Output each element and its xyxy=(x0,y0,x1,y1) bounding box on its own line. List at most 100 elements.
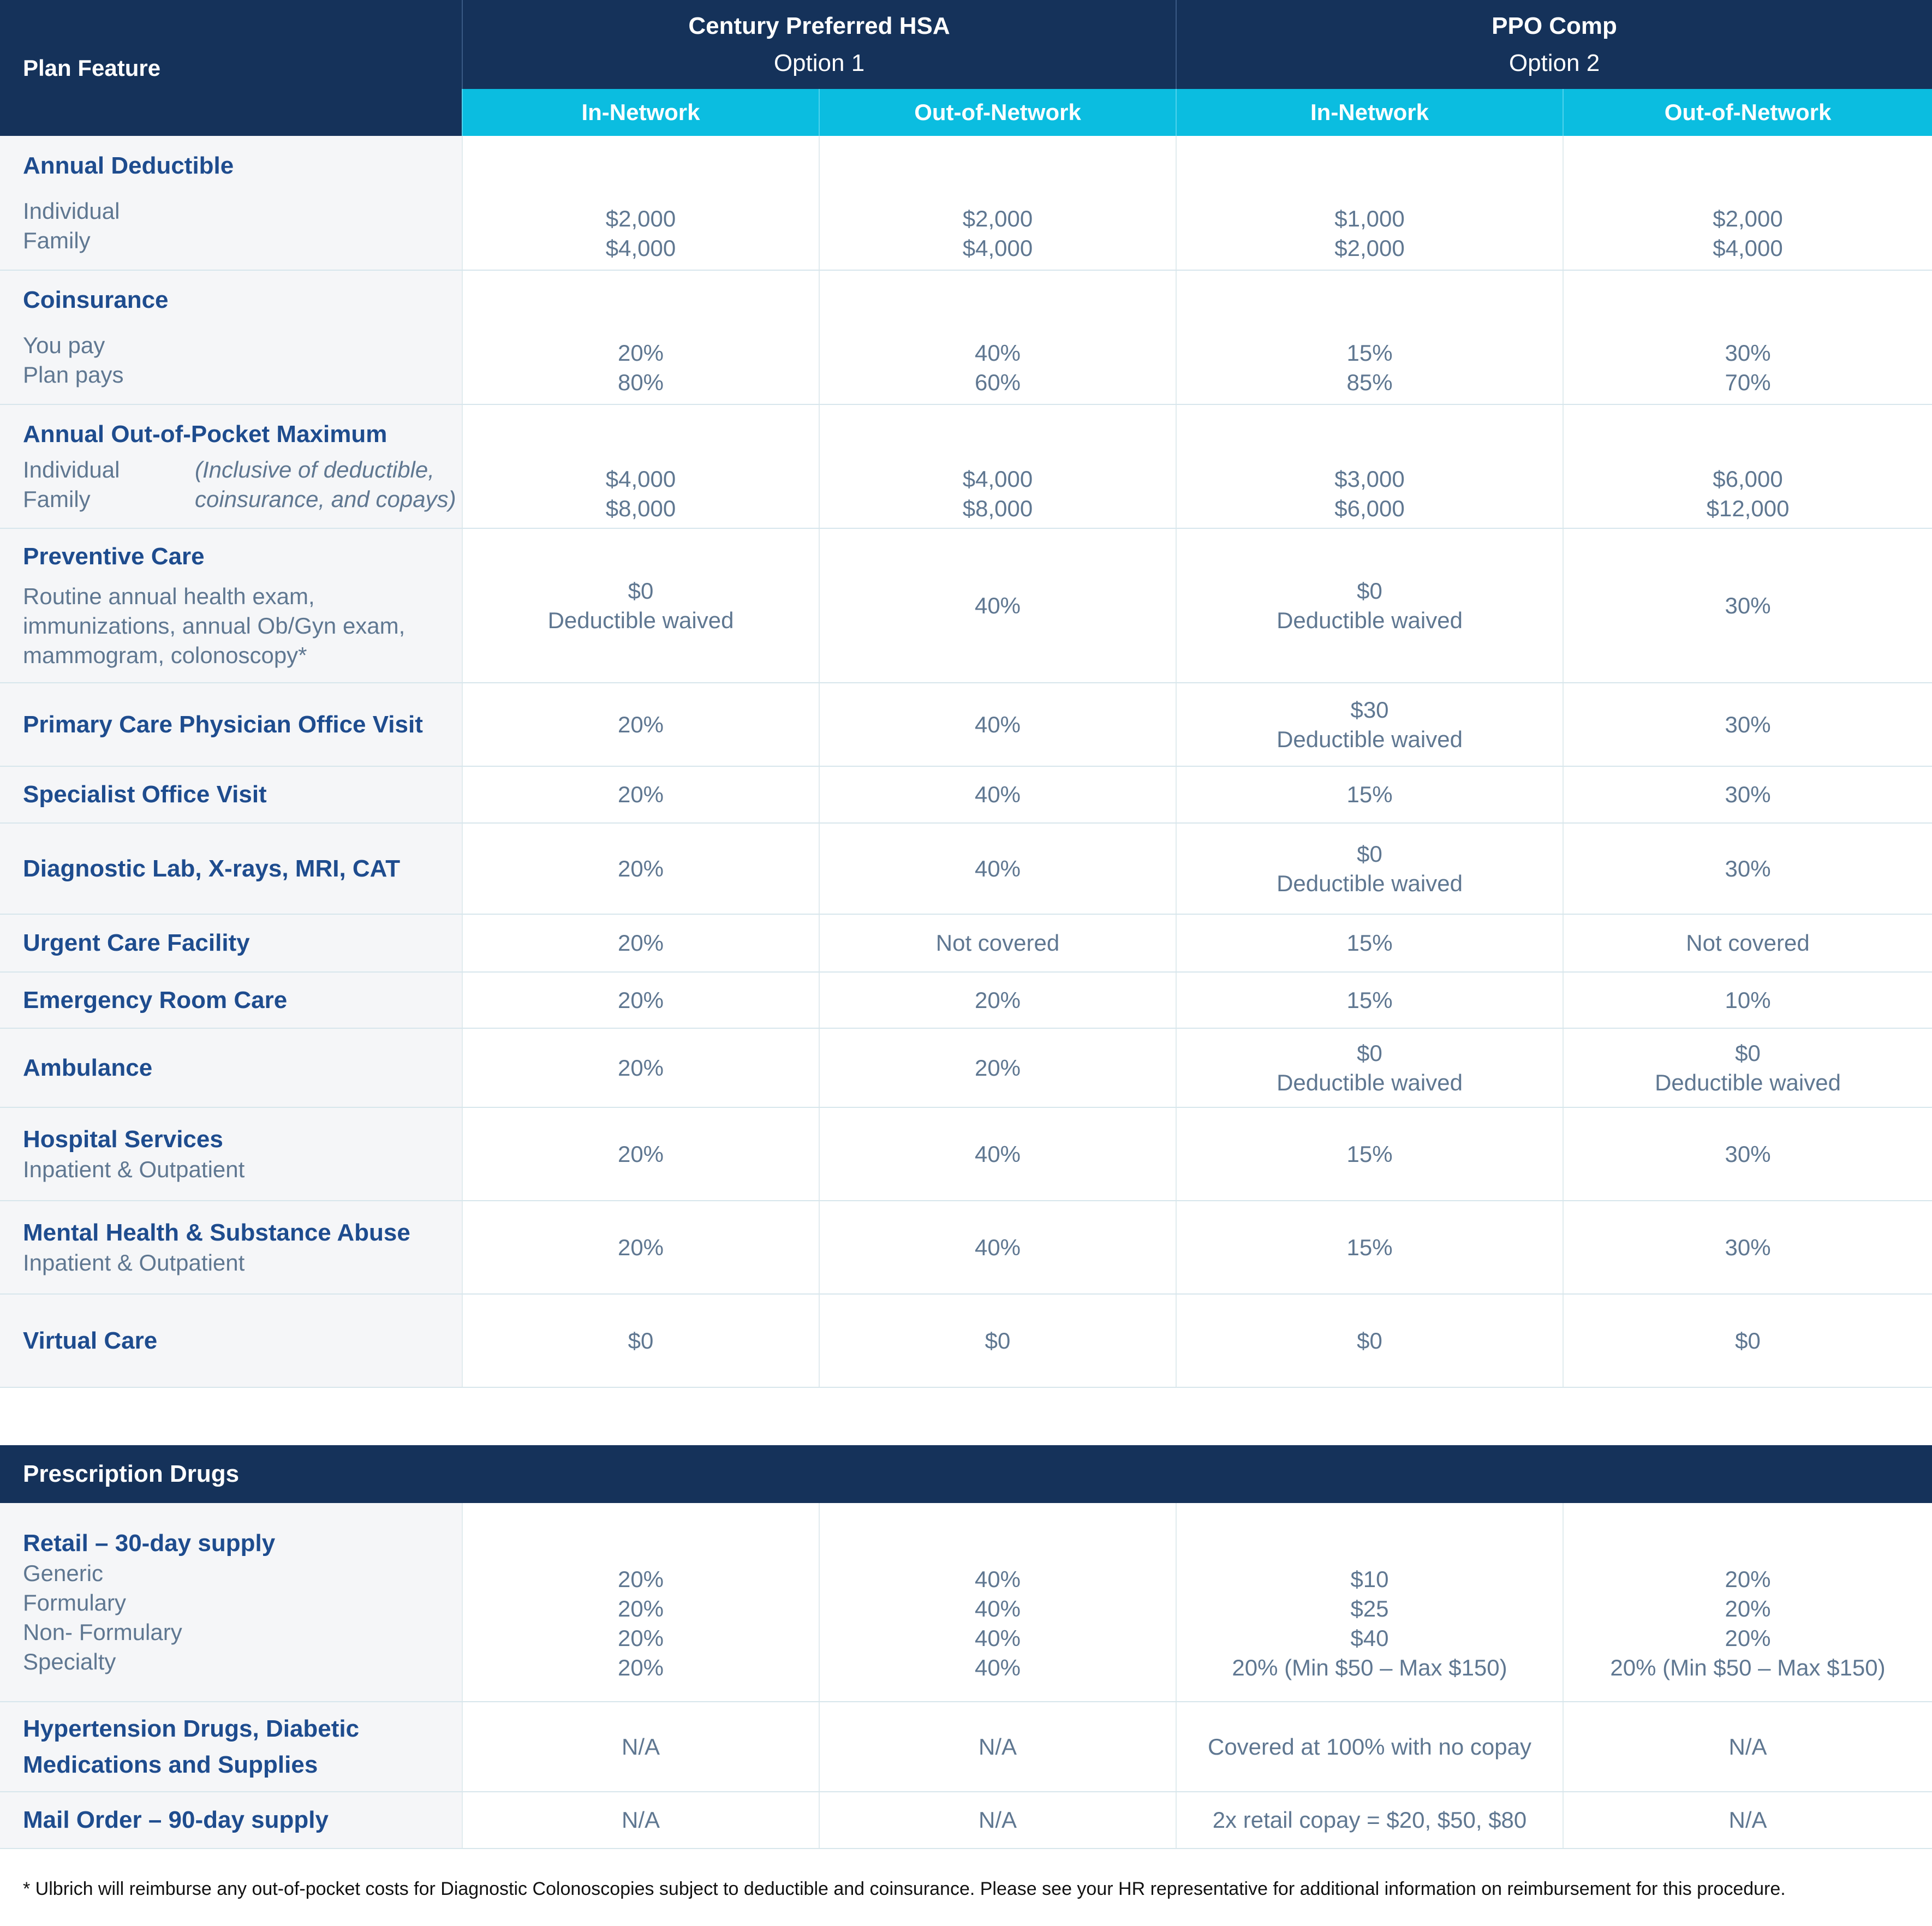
feature-cell: Virtual Care xyxy=(0,1294,462,1388)
feature-title: Primary Care Physician Office Visit xyxy=(23,711,423,738)
value: $0 xyxy=(628,577,654,604)
value: Deductible waived xyxy=(1655,1069,1841,1095)
value-cell: $0 xyxy=(1176,1294,1564,1388)
value-cell: $0 Deductible waived xyxy=(462,528,819,683)
value-cell: 40% xyxy=(818,823,1177,915)
value-cell: 20% xyxy=(462,972,819,1029)
value-cell: Not covered xyxy=(1563,914,1932,973)
value: 30% xyxy=(1725,855,1771,881)
value-cell: 15% xyxy=(1176,972,1564,1029)
value-cell: 30% xyxy=(1563,1201,1932,1295)
value: $25 xyxy=(1350,1596,1389,1621)
feature-title: Coinsurance xyxy=(23,287,169,313)
value: $10 xyxy=(1350,1566,1389,1592)
feature-title: Annual Deductible xyxy=(23,152,234,179)
table-row: Hospital Services Inpatient & Outpatient… xyxy=(0,1107,1932,1201)
value-cell: $2,000 $4,000 xyxy=(818,136,1177,271)
value: 20% (Min $50 – Max $150) xyxy=(1610,1655,1886,1680)
value-cell: $0 Deductible waived xyxy=(1176,1028,1564,1108)
feature-title: Virtual Care xyxy=(23,1327,158,1354)
feature-sub: Individual xyxy=(23,456,120,482)
value: 20% xyxy=(617,711,664,737)
col-ppo-in-network: In-Network xyxy=(1176,89,1564,136)
feature-title: Diagnostic Lab, X-rays, MRI, CAT xyxy=(23,855,401,882)
plan-header-hsa: Century Preferred HSA Option 1 xyxy=(461,0,1177,89)
feature-note: (Inclusive of deductible, xyxy=(195,456,434,482)
feature-sub: Routine annual health exam, xyxy=(23,583,315,609)
value: 2x retail copay = $20, $50, $80 xyxy=(1212,1807,1527,1833)
value: $4,000 xyxy=(1713,235,1783,261)
value-cell: N/A xyxy=(1563,1702,1932,1792)
value: 40% xyxy=(974,1625,1021,1651)
feature-title: Emergency Room Care xyxy=(23,986,288,1013)
table-row: Emergency Room Care 20% 20% 15% 10% xyxy=(0,972,1932,1029)
value-cell: 20% 20% 20% 20% xyxy=(462,1503,819,1702)
table-row: Virtual Care $0 $0 $0 $0 xyxy=(0,1294,1932,1388)
table-row: Hypertension Drugs, Diabetic Medications… xyxy=(0,1702,1932,1792)
value-cell: 15% 85% xyxy=(1176,270,1564,405)
value-cell: N/A xyxy=(819,1792,1176,1849)
col-hsa-out-of-network: Out-of-Network xyxy=(818,89,1177,136)
feature-cell: Preventive Care Routine annual health ex… xyxy=(0,528,462,683)
value: 15% xyxy=(1346,1141,1393,1167)
value: $4,000 xyxy=(605,235,676,261)
value-cell: 15% xyxy=(1176,914,1564,973)
feature-sub: immunizations, annual Ob/Gyn exam, xyxy=(23,612,406,639)
value-cell: 20% xyxy=(462,823,819,915)
table-row: Mail Order – 90-day supply N/A N/A 2x re… xyxy=(0,1792,1932,1849)
value: N/A xyxy=(1728,1733,1767,1760)
value: $1,000 xyxy=(1334,206,1405,231)
value: Not covered xyxy=(935,930,1060,956)
value-cell: $1,000 $2,000 xyxy=(1176,136,1564,271)
feature-sub: mammogram, colonoscopy* xyxy=(23,642,307,668)
value: $0 xyxy=(1357,1327,1382,1353)
feature-title: Annual Out-of-Pocket Maximum xyxy=(23,420,387,448)
value: 20% xyxy=(617,987,664,1013)
value: $0 xyxy=(1357,577,1382,604)
value: 20% xyxy=(617,1655,664,1680)
value: $2,000 xyxy=(605,206,676,231)
value: N/A xyxy=(1728,1807,1767,1833)
value: 20% xyxy=(617,1596,664,1621)
table-row: Primary Care Physician Office Visit 20% … xyxy=(0,683,1932,767)
value-cell: 20% xyxy=(462,1201,819,1295)
value-cell: $4,000 $8,000 xyxy=(462,404,819,529)
value-cell: 30% xyxy=(1563,1107,1932,1201)
value: 15% xyxy=(1346,1234,1393,1260)
feature-title: Mail Order – 90-day supply xyxy=(23,1806,329,1833)
feature-cell: Mental Health & Substance Abuse Inpatien… xyxy=(0,1201,462,1295)
value: $12,000 xyxy=(1706,496,1790,521)
value-cell: 20% xyxy=(818,972,1177,1029)
value-cell: $10 $25 $40 20% (Min $50 – Max $150) xyxy=(1176,1503,1563,1702)
table-row: Diagnostic Lab, X-rays, MRI, CAT 20% 40%… xyxy=(0,823,1932,915)
value-cell: 20% xyxy=(462,1107,819,1201)
value: $2,000 xyxy=(962,206,1033,231)
value-cell: $0 xyxy=(818,1294,1177,1388)
table-row: Retail – 30-day supply Generic Formulary… xyxy=(0,1503,1932,1702)
value-cell: 15% xyxy=(1176,766,1564,824)
value-cell: 20% 20% 20% 20% (Min $50 – Max $150) xyxy=(1563,1503,1932,1702)
feature-sub: Formulary xyxy=(23,1589,127,1615)
value: 20% xyxy=(617,1141,664,1167)
value: N/A xyxy=(978,1733,1017,1760)
feature-sub: Inpatient & Outpatient xyxy=(23,1156,245,1182)
value: 20% xyxy=(1725,1596,1771,1621)
value: 20% xyxy=(617,1054,664,1081)
value-cell: $0 Deductible waived xyxy=(1176,528,1564,683)
value: 20% xyxy=(1725,1566,1771,1592)
feature-sub: Family xyxy=(23,227,91,253)
feature-cell: Hospital Services Inpatient & Outpatient xyxy=(0,1107,462,1201)
feature-title: Medications and Supplies xyxy=(23,1751,318,1778)
value-cell: $30 Deductible waived xyxy=(1176,683,1564,767)
value: 40% xyxy=(974,592,1021,618)
value-cell: 40% 40% 40% 40% xyxy=(819,1503,1176,1702)
col-ppo-out-of-network: Out-of-Network xyxy=(1563,89,1932,136)
value: 20% xyxy=(617,782,664,807)
value: N/A xyxy=(621,1733,660,1760)
table-row: Specialist Office Visit 20% 40% 15% 30% xyxy=(0,766,1932,824)
value-cell: 40% 60% xyxy=(818,270,1177,405)
footnote: * Ulbrich will reimburse any out-of-pock… xyxy=(23,1879,1786,1899)
value: 20% xyxy=(617,340,664,366)
value-cell: 10% xyxy=(1563,972,1932,1029)
feature-title: Urgent Care Facility xyxy=(23,929,250,956)
